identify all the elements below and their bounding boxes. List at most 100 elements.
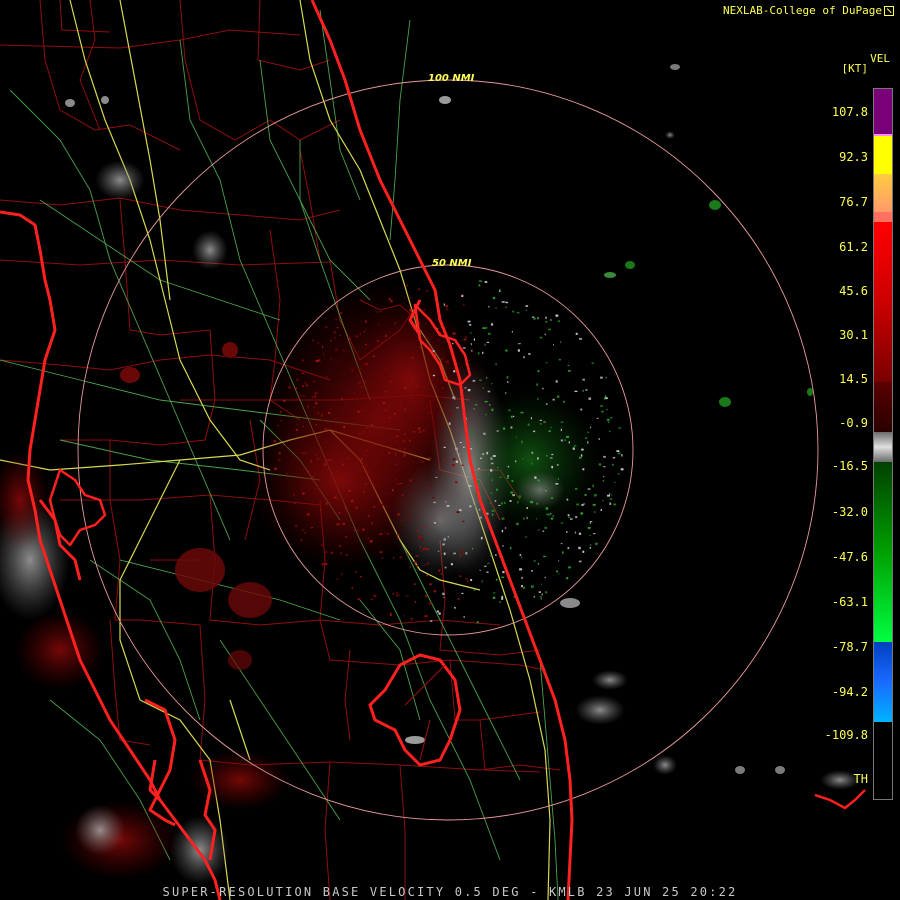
radar-speckle [505,392,507,395]
radar-speckle [392,489,394,492]
radar-speckle [570,518,573,520]
radar-speckle [438,569,441,572]
radar-speckle [300,395,302,397]
credit-text: NEXLAB-College of DuPage [723,4,894,17]
radar-speckle [589,426,592,429]
radar-speckle [589,522,591,524]
radar-speckle [566,435,569,438]
radar-speckle [424,615,428,618]
radar-speckle [403,387,407,389]
radar-speckle [336,578,339,580]
radar-speckle [429,583,432,586]
radar-speckle [334,418,336,420]
radar-speckle [422,547,426,550]
radar-speckle [545,507,549,510]
radar-speckle [609,502,612,505]
legend-label-3: 61.2 [839,240,868,254]
radar-speckle [487,562,490,564]
radar-speckle [581,448,584,451]
radar-speckle [596,417,599,419]
radar-speckle [322,352,325,356]
radar-speckle [389,388,392,391]
radar-speckle [502,545,504,547]
radar-speckle [317,412,320,414]
radar-speckle [340,312,343,315]
radar-speckle [546,455,548,457]
radar-speckle [394,322,397,325]
radar-speckle [366,471,369,474]
radar-speckle [575,332,578,335]
radar-speckle [480,536,483,540]
radar-speckle [301,452,305,454]
radar-speckle [348,338,351,340]
radar-speckle [428,457,431,460]
radar-speckle [605,395,607,398]
radar-speckle [491,509,495,512]
radar-speckle [462,553,464,555]
radar-speckle [504,501,506,504]
radar-speckle [537,563,540,565]
radar-speckle [474,404,478,406]
radar-speckle [509,500,512,502]
radar-speckle [388,298,391,301]
radar-speckle [399,556,402,559]
radar-speckle [539,419,542,421]
radar-speckle [273,440,277,443]
radar-speckle [423,309,426,311]
radar-speckle [580,512,584,515]
radar-speckle [482,351,484,354]
radar-speckle [446,308,449,311]
radar-speckle [522,458,524,460]
radar-speckle [414,561,417,564]
radar-speckle [329,459,333,461]
radar-speckle [426,290,429,292]
legend-label-15: TH [853,772,868,786]
radar-speckle [336,523,340,526]
radar-speckle [339,545,342,547]
radar-speckle [408,380,411,383]
radar-speckle [446,360,449,363]
radar-speckle [494,500,497,502]
radar-speckle [472,379,476,382]
legend-label-7: -0.9 [839,416,868,430]
radar-speckle [556,570,558,573]
radar-speckle [574,390,578,392]
radar-speckle [405,595,409,597]
radar-speckle [517,501,519,504]
radar-speckle [466,476,468,478]
radar-speckle [427,548,430,551]
radar-speckle [455,481,458,484]
radar-speckle [611,494,613,496]
radar-speckle [555,380,558,383]
radar-speckle [548,328,551,331]
radar-speckle [345,506,346,510]
radar-speckle [496,430,499,432]
radar-speckle [301,359,304,361]
radar-speckle [536,518,538,520]
radar-speckle [346,457,349,459]
external-link-icon[interactable] [884,6,894,16]
radar-speckle [420,538,424,541]
radar-speckle [335,318,337,320]
radar-speckle [501,517,505,520]
radar-speckle [325,502,328,505]
radar-speckle [444,566,447,569]
radar-speckle [442,387,444,390]
radar-speckle [376,465,379,468]
radar-speckle [317,487,319,490]
radar-speckle [540,597,542,600]
radar-speckle [539,423,543,425]
radar-speckle [363,491,365,493]
radar-speckle [605,376,607,379]
radar-speckle [469,505,472,508]
radar-speckle [582,390,584,392]
radar-speckle [609,430,611,433]
radar-speckle [600,405,603,407]
radar-speckle [582,468,585,471]
radar-speckle [477,480,480,483]
radar-speckle [484,565,487,568]
radar-speckle [311,396,314,398]
legend-label-11: -63.1 [831,595,868,609]
radar-speckle [548,513,550,516]
legend-label-5: 30.1 [839,328,868,342]
